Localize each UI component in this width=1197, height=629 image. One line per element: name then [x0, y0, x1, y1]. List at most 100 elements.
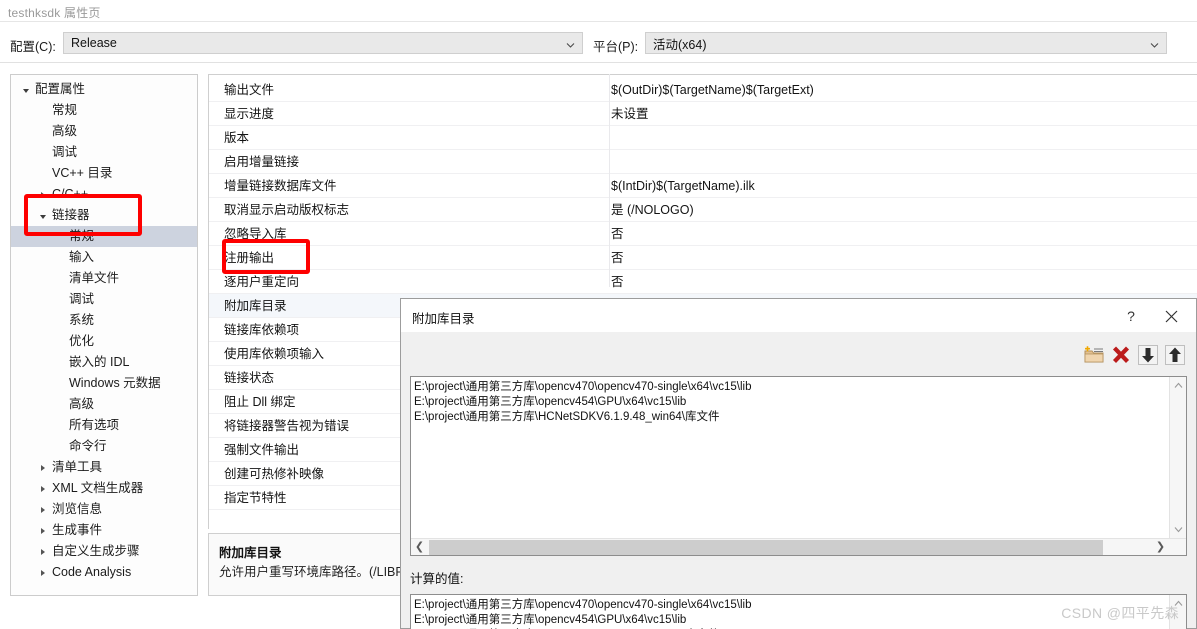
sidebar-item-15[interactable]: 高级: [11, 394, 197, 415]
sidebar-item-8[interactable]: 输入: [11, 247, 197, 268]
twisty-glyph: [40, 464, 45, 471]
chevron-collapsed-icon[interactable]: [36, 562, 49, 583]
platform-value: 活动(x64): [653, 37, 707, 52]
directory-list-vertical-scrollbar[interactable]: [1169, 377, 1186, 538]
property-row[interactable]: 启用增量链接: [209, 150, 1197, 174]
property-value[interactable]: 否: [611, 222, 624, 246]
sidebar-item-23[interactable]: Code Analysis: [11, 562, 197, 583]
sidebar-item-label: XML 文档生成器: [52, 481, 144, 495]
sidebar-item-2[interactable]: 高级: [11, 121, 197, 142]
chevron-down-icon: [1150, 39, 1159, 48]
settings-tree[interactable]: 配置属性 常规 高级 调试 VC++ 目录 C/C++ 链接器 常规 输入 清单文件 调试 系统 优化嵌…: [10, 74, 198, 596]
configuration-select[interactable]: Release: [63, 32, 583, 54]
settings-tree-list: 配置属性 常规 高级 调试 VC++ 目录 C/C++ 链接器 常规 输入 清单文件 调试 系统 优化嵌…: [11, 75, 197, 583]
directory-entry[interactable]: E:\project\通用第三方库\HCNetSDKV6.1.9.48_win6…: [414, 410, 1168, 425]
chevron-collapsed-icon[interactable]: [36, 478, 49, 499]
computed-value-label: 计算的值:: [410, 572, 464, 586]
directory-list[interactable]: E:\project\通用第三方库\opencv470\opencv470-si…: [410, 376, 1187, 556]
property-row[interactable]: 版本: [209, 126, 1197, 150]
computed-value-entry: E:\project\通用第三方库\opencv454\GPU\x64\vc15…: [414, 614, 687, 626]
chevron-collapsed-icon[interactable]: [36, 499, 49, 520]
property-name: 阻止 Dll 绑定: [224, 395, 296, 409]
property-row[interactable]: 增量链接数据库文件 $(IntDir)$(TargetName).ilk: [209, 174, 1197, 198]
close-icon[interactable]: [1156, 305, 1186, 327]
chevron-expanded-icon[interactable]: [36, 205, 49, 226]
dialog-toolbar: [1082, 342, 1187, 368]
twisty-glyph: [40, 569, 45, 576]
help-icon[interactable]: ?: [1118, 305, 1144, 327]
sidebar-item-4[interactable]: VC++ 目录: [11, 163, 197, 184]
sidebar-item-label: 命令行: [69, 439, 107, 453]
sidebar-item-0[interactable]: 配置属性: [11, 79, 197, 100]
property-value[interactable]: $(IntDir)$(TargetName).ilk: [611, 174, 755, 198]
scroll-right-icon[interactable]: ❯: [1152, 539, 1169, 556]
sidebar-item-11[interactable]: 系统: [11, 310, 197, 331]
sidebar-item-22[interactable]: 自定义生成步骤: [11, 541, 197, 562]
twisty-glyph: [40, 191, 45, 198]
sidebar-item-16[interactable]: 所有选项: [11, 415, 197, 436]
property-name: 链接库依赖项: [224, 323, 300, 337]
computed-value-lines: E:\project\通用第三方库\opencv470\opencv470-si…: [414, 598, 1168, 629]
sidebar-item-10[interactable]: 调试: [11, 289, 197, 310]
chevron-expanded-icon[interactable]: [19, 79, 32, 100]
sidebar-item-18[interactable]: 清单工具: [11, 457, 197, 478]
property-row[interactable]: 忽略导入库 否: [209, 222, 1197, 246]
property-value[interactable]: 是 (/NOLOGO): [611, 198, 694, 222]
property-name: 版本: [224, 131, 250, 145]
sidebar-item-5[interactable]: C/C++: [11, 184, 197, 205]
twisty-glyph: [22, 88, 29, 93]
twisty-glyph: [40, 485, 45, 492]
directory-entry[interactable]: E:\project\通用第三方库\opencv470\opencv470-si…: [414, 380, 1168, 395]
scroll-left-icon[interactable]: ❮: [411, 539, 428, 556]
window-title: testhksdk 属性页: [8, 6, 101, 20]
delete-icon[interactable]: [1109, 343, 1133, 367]
scroll-down-icon[interactable]: [1170, 521, 1187, 538]
move-down-icon[interactable]: [1136, 343, 1160, 367]
directory-list-horizontal-scrollbar[interactable]: ❮ ❯: [411, 538, 1186, 555]
property-row[interactable]: 注册输出 否: [209, 246, 1197, 270]
directory-entry[interactable]: E:\project\通用第三方库\opencv454\GPU\x64\vc15…: [414, 395, 1168, 410]
new-folder-icon[interactable]: [1082, 343, 1106, 367]
property-row[interactable]: 逐用户重定向 否: [209, 270, 1197, 294]
chevron-collapsed-icon[interactable]: [36, 457, 49, 478]
sidebar-item-6[interactable]: 链接器: [11, 205, 197, 226]
property-name: 输出文件: [224, 83, 275, 97]
sidebar-item-label: 高级: [52, 124, 78, 138]
chevron-collapsed-icon[interactable]: [36, 520, 49, 541]
sidebar-item-7[interactable]: 常规: [11, 226, 197, 247]
sidebar-item-label: 配置属性: [35, 82, 86, 96]
property-name: 取消显示启动版权标志: [224, 203, 350, 217]
chevron-collapsed-icon[interactable]: [36, 184, 49, 205]
property-row[interactable]: 输出文件 $(OutDir)$(TargetName)$(TargetExt): [209, 78, 1197, 102]
property-value[interactable]: 未设置: [611, 102, 649, 126]
sidebar-item-label: Windows 元数据: [69, 376, 161, 390]
sidebar-item-14[interactable]: Windows 元数据: [11, 373, 197, 394]
move-up-icon[interactable]: [1163, 343, 1187, 367]
chevron-collapsed-icon[interactable]: [36, 541, 49, 562]
sidebar-item-13[interactable]: 嵌入的 IDL: [11, 352, 197, 373]
platform-select[interactable]: 活动(x64): [645, 32, 1167, 54]
configuration-label: 配置(C):: [10, 40, 56, 54]
horizontal-scroll-thumb[interactable]: [429, 540, 1103, 555]
sidebar-item-20[interactable]: 浏览信息: [11, 499, 197, 520]
property-name: 启用增量链接: [224, 155, 300, 169]
property-name: 附加库目录: [224, 299, 287, 313]
sidebar-item-21[interactable]: 生成事件: [11, 520, 197, 541]
sidebar-item-label: 清单工具: [52, 460, 103, 474]
scroll-up-icon[interactable]: [1170, 377, 1187, 394]
sidebar-item-1[interactable]: 常规: [11, 100, 197, 121]
sidebar-item-19[interactable]: XML 文档生成器: [11, 478, 197, 499]
twisty-glyph: [39, 214, 46, 219]
property-value[interactable]: 否: [611, 270, 624, 294]
property-value[interactable]: $(OutDir)$(TargetName)$(TargetExt): [611, 78, 814, 102]
property-row[interactable]: 取消显示启动版权标志 是 (/NOLOGO): [209, 198, 1197, 222]
sidebar-item-12[interactable]: 优化: [11, 331, 197, 352]
sidebar-item-17[interactable]: 命令行: [11, 436, 197, 457]
property-value[interactable]: 否: [611, 246, 624, 270]
sidebar-item-3[interactable]: 调试: [11, 142, 197, 163]
sidebar-item-label: 生成事件: [52, 523, 103, 537]
dialog-title: 附加库目录: [412, 312, 475, 326]
sidebar-item-9[interactable]: 清单文件: [11, 268, 197, 289]
property-row[interactable]: 显示进度 未设置: [209, 102, 1197, 126]
computed-value-entry: E:\project\通用第三方库\opencv470\opencv470-si…: [414, 599, 752, 611]
